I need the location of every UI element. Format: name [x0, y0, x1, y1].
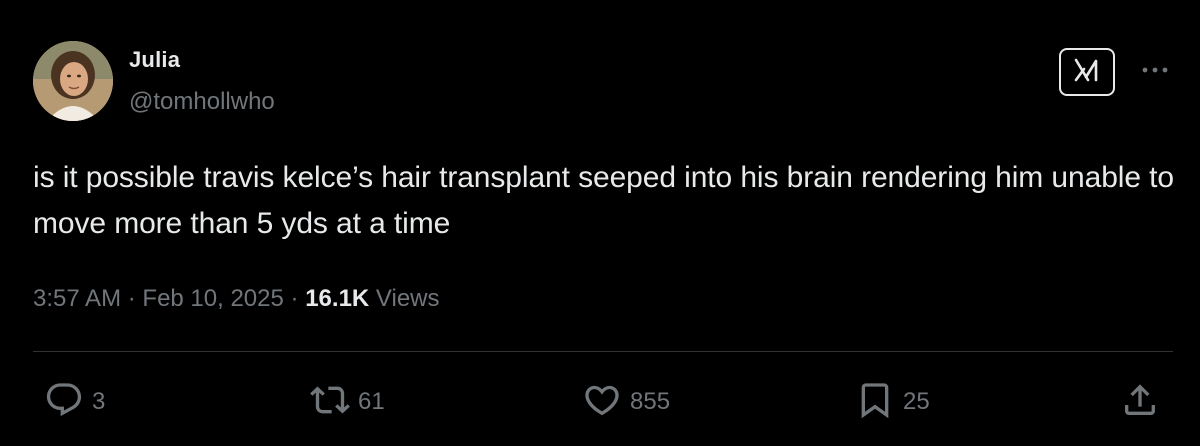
avatar[interactable] — [33, 41, 113, 121]
bookmark-icon — [855, 380, 895, 425]
repost-count: 61 — [358, 388, 385, 415]
more-icon — [1140, 61, 1170, 79]
reply-button[interactable]: 3 — [44, 382, 105, 422]
bookmark-button[interactable]: 25 — [855, 382, 930, 422]
grok-icon — [1072, 57, 1102, 88]
reply-icon — [44, 380, 84, 425]
share-button[interactable] — [1120, 382, 1160, 422]
views-count: 16.1K — [305, 285, 370, 312]
heart-icon — [582, 380, 622, 425]
like-count: 855 — [630, 388, 671, 415]
share-icon — [1120, 380, 1160, 425]
display-name[interactable]: Julia — [129, 47, 180, 73]
more-button[interactable] — [1138, 58, 1172, 82]
user-handle[interactable]: @tomhollwho — [129, 88, 275, 116]
reply-count: 3 — [92, 388, 106, 415]
tweet-card: Julia @tomhollwho is it possible travis … — [0, 0, 1200, 446]
tweet-time[interactable]: 3:57 AM — [33, 285, 121, 312]
repost-button[interactable]: 61 — [310, 382, 385, 422]
tweet-date[interactable]: Feb 10, 2025 — [142, 285, 283, 312]
views-label: Views — [375, 285, 440, 312]
bookmark-count: 25 — [903, 388, 930, 415]
grok-button[interactable] — [1059, 48, 1115, 96]
divider — [33, 351, 1173, 352]
meta-separator: · — [290, 285, 299, 312]
tweet-text: is it possible travis kelce’s hair trans… — [33, 161, 1174, 240]
repost-icon — [310, 380, 350, 425]
meta-separator: · — [127, 285, 136, 312]
like-button[interactable]: 855 — [582, 382, 670, 422]
tweet-meta: 3:57 AM · Feb 10, 2025 · 16.1K Views — [33, 285, 440, 313]
